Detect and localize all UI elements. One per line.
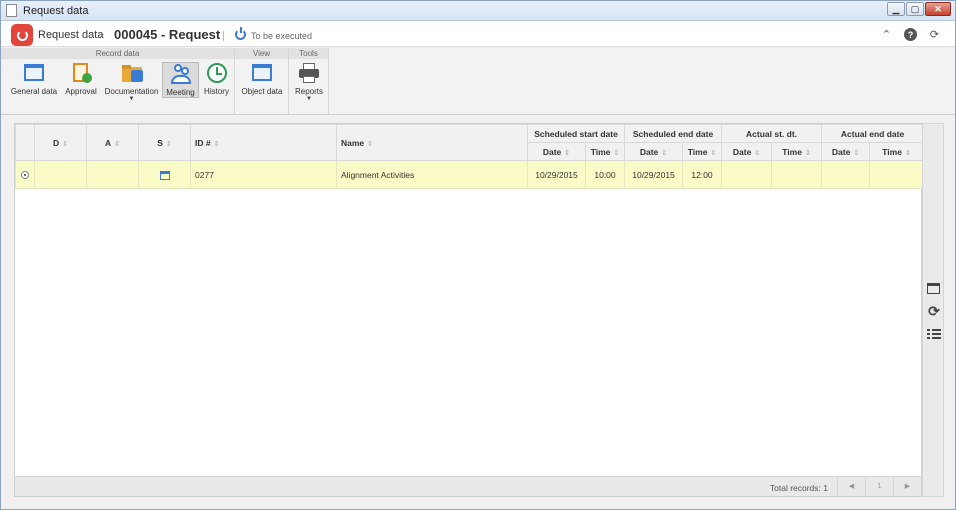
refresh-icon[interactable]: ⟳: [927, 304, 941, 318]
power-icon: [235, 27, 246, 40]
reports-button[interactable]: Reports ▼: [292, 62, 326, 102]
approval-button[interactable]: Approval: [63, 62, 99, 102]
column-header-actual-end-date[interactable]: Date ⇕: [821, 142, 871, 161]
previous-page-icon[interactable]: ◀: [837, 477, 865, 496]
history-label: History: [204, 87, 229, 96]
next-page-icon[interactable]: ▶: [893, 477, 921, 496]
cell-actual-end-date: [821, 160, 871, 189]
history-button[interactable]: History: [202, 62, 231, 102]
column-header-id[interactable]: ID # ⇕: [190, 124, 337, 161]
cell-a: [86, 160, 139, 189]
cell-d: [34, 160, 87, 189]
cell-actual-start-date: [721, 160, 773, 189]
request-data-window: Request data ▁ ▢ ✕ Request data › 000045…: [0, 0, 956, 510]
cell-s: [138, 160, 191, 189]
minimize-button[interactable]: ▁: [887, 2, 905, 16]
approval-label: Approval: [65, 87, 97, 96]
row-radio[interactable]: [15, 160, 35, 189]
reports-label: Reports: [294, 87, 323, 96]
grid-side-toolbar: ⟳: [922, 123, 944, 497]
status-label: To be executed: [251, 31, 313, 41]
meeting-label: Meeting: [166, 88, 195, 97]
radio-selected-icon[interactable]: [21, 171, 29, 180]
ribbon-toolbar: Record data General data Approval Docume…: [1, 48, 955, 115]
cell-sched-start-date: 10/29/2015: [527, 160, 586, 189]
group-label: Tools: [289, 48, 328, 59]
meeting-button[interactable]: Meeting: [162, 62, 199, 98]
help-icon[interactable]: ?: [904, 28, 917, 41]
cell-sched-end-date: 10/29/2015: [624, 160, 684, 189]
object-data-button[interactable]: Object data: [239, 62, 285, 102]
page-title: 000045 - Request: [114, 27, 221, 42]
column-header-sched-start-time[interactable]: Time ⇕: [584, 142, 626, 161]
column-header-sched-end-time[interactable]: Time ⇕: [682, 142, 723, 161]
select-column-header: [15, 124, 35, 161]
column-group-scheduled-start: Scheduled start date: [526, 124, 626, 143]
group-label: Record data: [1, 48, 234, 59]
window-icon: [23, 62, 45, 84]
column-header-actual-start-time[interactable]: Time ⇕: [771, 142, 823, 161]
column-header-a[interactable]: A ⇕: [86, 124, 139, 161]
column-header-d[interactable]: D ⇕: [34, 124, 87, 161]
group-tools: Tools Reports ▼: [289, 48, 329, 114]
collapse-up-icon[interactable]: ⌃: [880, 28, 893, 41]
records-table: D ⇕ A ⇕ S ⇕ ID # ⇕ Name ⇕ Scheduled start dat…: [15, 124, 925, 189]
cell-sched-end-time: 12:00: [682, 160, 723, 189]
cell-name: Alignment Activities: [336, 160, 528, 189]
documentation-label: Documentation: [104, 87, 159, 96]
total-records-label: Total records: 1: [769, 483, 828, 493]
cell-sched-start-time: 10:00: [584, 160, 626, 189]
chevron-right-icon: ›: [100, 27, 104, 41]
title-bar: Request data ▁ ▢ ✕: [1, 1, 955, 21]
breadcrumb-request-data[interactable]: Request data: [38, 29, 103, 41]
column-group-actual-end: Actual end date: [821, 124, 925, 143]
group-label: View: [235, 48, 288, 59]
column-header-s[interactable]: S ⇕: [138, 124, 191, 161]
clipboard-check-icon: [70, 62, 92, 84]
list-settings-icon[interactable]: [927, 327, 941, 341]
users-icon: [170, 63, 192, 85]
cell-id: 0277: [190, 160, 337, 189]
maximize-button[interactable]: ▢: [906, 2, 924, 16]
refresh-icon[interactable]: ⟳: [928, 28, 941, 41]
grid-footer: Total records: 1 ◀ 1 ▶: [15, 476, 921, 496]
calendar-icon: [159, 170, 170, 180]
cell-actual-start-time: [771, 160, 823, 189]
object-data-label: Object data: [241, 87, 283, 96]
dropdown-caret-icon: ▼: [128, 96, 135, 102]
document-icon: [6, 4, 17, 17]
printer-icon: [298, 62, 320, 84]
window-icon: [251, 62, 273, 84]
table-row[interactable]: 0277 Alignment Activities 10/29/2015 10:…: [15, 160, 925, 189]
column-group-scheduled-end: Scheduled end date: [624, 124, 723, 143]
app-logo-icon: [11, 24, 33, 46]
general-data-label: General data: [10, 87, 58, 96]
dropdown-caret-icon: ▼: [306, 96, 312, 102]
documentation-button[interactable]: Documentation ▼: [103, 62, 160, 102]
close-button[interactable]: ✕: [925, 2, 951, 16]
records-grid: D ⇕ A ⇕ S ⇕ ID # ⇕ Name ⇕ Scheduled start dat…: [14, 123, 925, 497]
view-details-icon[interactable]: [927, 282, 941, 296]
folder-icon: [121, 62, 143, 84]
column-header-sched-end-date[interactable]: Date ⇕: [624, 142, 684, 161]
column-header-sched-start-date[interactable]: Date ⇕: [527, 142, 586, 161]
pagination: ◀ 1 ▶: [837, 477, 921, 496]
page-number[interactable]: 1: [865, 477, 893, 496]
general-data-button[interactable]: General data: [10, 62, 58, 102]
column-header-name[interactable]: Name ⇕: [336, 124, 528, 161]
group-record-data: Record data General data Approval Docume…: [1, 48, 235, 114]
window-title: Request data: [23, 5, 89, 17]
page-header: Request data › 000045 - Request To be ex…: [1, 21, 955, 47]
history-clock-icon: [206, 62, 228, 84]
column-group-actual-start: Actual st. dt.: [721, 124, 823, 143]
cell-actual-end-time: [869, 160, 925, 189]
group-view: View Object data: [235, 48, 289, 114]
header-divider: [223, 31, 224, 41]
column-header-actual-start-date[interactable]: Date ⇕: [721, 142, 773, 161]
column-header-actual-end-time[interactable]: Time ⇕: [869, 142, 925, 161]
